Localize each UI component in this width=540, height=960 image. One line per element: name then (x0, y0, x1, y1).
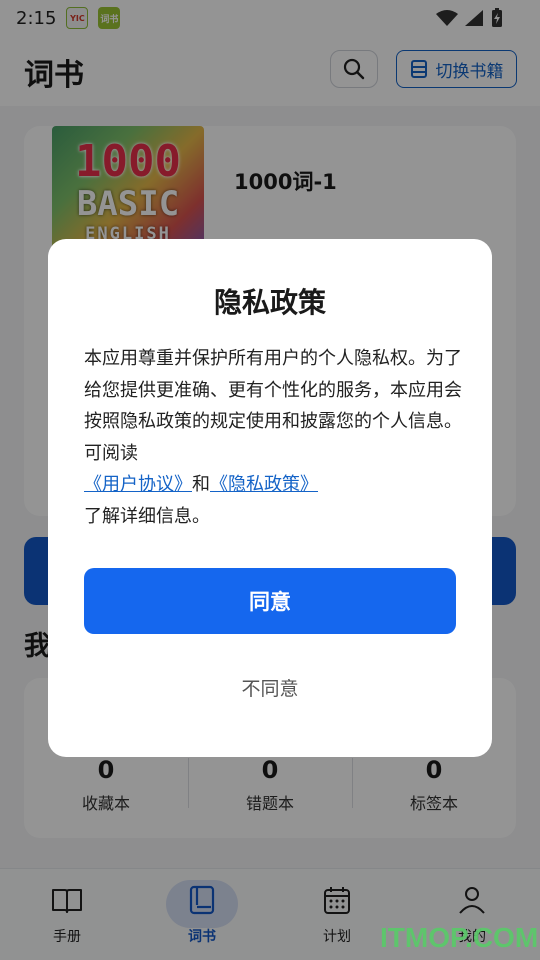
disagree-button[interactable]: 不同意 (84, 667, 456, 707)
privacy-dialog: 隐私政策 本应用尊重并保护所有用户的个人隐私权。为了给您提供更准确、更有个性化的… (48, 239, 492, 757)
dialog-and-text: 和 (192, 474, 210, 495)
user-agreement-link[interactable]: 《用户协议》 (84, 474, 192, 495)
dialog-body-text: 本应用尊重并保护所有用户的个人隐私权。为了给您提供更准确、更有个性化的服务，本应… (84, 348, 462, 464)
dialog-body: 本应用尊重并保护所有用户的个人隐私权。为了给您提供更准确、更有个性化的服务，本应… (84, 343, 464, 532)
site-watermark: ITMOP.COM (380, 922, 539, 953)
agree-button[interactable]: 同意 (84, 568, 456, 634)
dialog-title: 隐私政策 (213, 286, 326, 319)
dialog-tail-text: 了解详细信息。 (84, 505, 210, 527)
privacy-policy-link[interactable]: 《隐私政策》 (210, 474, 318, 495)
